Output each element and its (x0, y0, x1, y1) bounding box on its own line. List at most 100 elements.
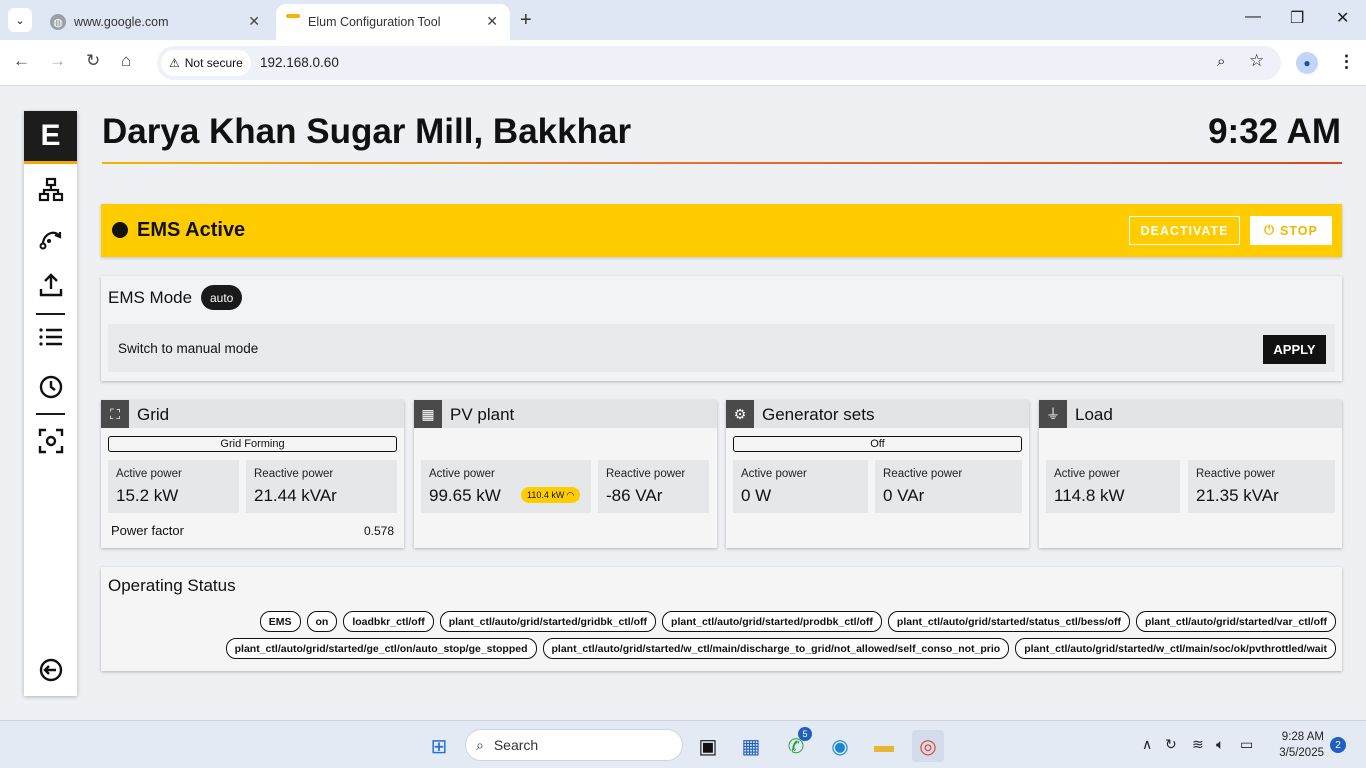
logout-icon[interactable] (24, 657, 77, 690)
limit-value: 110.4 kW (527, 490, 565, 500)
close-tab-icon[interactable]: ✕ (486, 13, 498, 30)
grid-active-power: Active power 15.2 kW (108, 460, 239, 513)
taskbar-date: 3/5/2025 (1279, 747, 1324, 759)
generator-status-box: Off (733, 436, 1022, 452)
solar-panel-icon: ▦ (414, 400, 442, 428)
load-active-power: Active power 114.8 kW (1046, 460, 1180, 513)
site-info-button[interactable]: ⚠ Not secure (161, 50, 251, 76)
status-tag: EMS (259, 611, 301, 632)
browser-menu-icon[interactable]: ⋮ (1338, 52, 1355, 72)
card-header: ⏚ Load (1039, 400, 1342, 428)
topology-icon[interactable] (24, 177, 77, 210)
close-window-icon[interactable]: ✕ (1336, 8, 1349, 28)
pv-plant-card: ▦ PV plant Active power 99.65 kW 110.4 k… (414, 400, 717, 548)
close-tab-icon[interactable]: ✕ (248, 13, 260, 30)
status-tag: plant_ctl/auto/grid/started/w_ctl/main/s… (1015, 638, 1336, 659)
taskbar-time: 9:28 AM (1281, 731, 1324, 743)
globe-icon: ◍ (50, 14, 66, 30)
new-tab-button[interactable]: + (520, 9, 532, 32)
status-tag: plant_ctl/auto/grid/started/var_ctl/off (1135, 611, 1336, 632)
pv-active-power: Active power 99.65 kW 110.4 kW ◠ (421, 460, 591, 513)
sync-icon[interactable]: ↻ (1165, 736, 1177, 753)
browser-tabstrip: ⌄ ◍ www.google.com ✕ Elum Configuration … (0, 0, 1366, 40)
status-dot-icon (112, 222, 128, 238)
notification-badge[interactable]: 2 (1330, 737, 1346, 753)
restore-icon[interactable]: ❐ (1290, 8, 1304, 28)
search-icon: ⌕ (476, 736, 484, 753)
metric-value: 21.44 kVAr (254, 486, 337, 505)
task-view-icon[interactable]: ▣ (692, 730, 724, 762)
card-title: Load (1075, 405, 1113, 424)
elum-logo[interactable]: E (24, 111, 77, 164)
deactivate-button[interactable]: DEACTIVATE (1129, 216, 1240, 245)
pv-reactive-power: Reactive power -86 VAr (598, 460, 709, 513)
url-text[interactable]: 192.168.0.60 (260, 55, 339, 70)
upload-icon[interactable] (24, 272, 77, 305)
windows-taskbar: ⊞ ⌕ Search ▣ ▦ ✆ ◉ ▬ ◎ ∧ ↻ ≋ 🔈︎ ▭ 9:28 A… (0, 720, 1366, 768)
status-tag: plant_ctl/auto/grid/started/status_ctl/b… (887, 611, 1130, 632)
header-clock: 9:32 AM (1208, 112, 1341, 151)
windows-start-icon[interactable]: ⊞ (423, 730, 455, 762)
edge-icon[interactable]: ◉ (824, 730, 856, 762)
grid-icon: ⛶ (101, 400, 129, 428)
card-title: Generator sets (762, 405, 875, 424)
tab-elum[interactable]: Elum Configuration Tool ✕ (276, 4, 510, 40)
metric-label: Reactive power (883, 468, 963, 480)
gauge-icon: ◠ (566, 489, 575, 500)
store-icon[interactable]: ▦ (735, 730, 767, 762)
battery-icon[interactable]: ▭ (1240, 736, 1253, 753)
gen-active-power: Active power 0 W (733, 460, 868, 513)
home-icon[interactable]: ⌂ (121, 51, 131, 71)
metric-label: Reactive power (254, 468, 334, 480)
warning-icon: ⚠ (169, 56, 180, 70)
card-header: ▦ PV plant (414, 400, 717, 428)
route-icon[interactable] (24, 225, 77, 258)
card-header: ⛶ Grid (101, 400, 404, 428)
generator-sets-card: ⚙ Generator sets Off Active power 0 W Re… (726, 400, 1029, 548)
volume-icon[interactable]: 🔈︎ (1216, 736, 1224, 753)
back-icon[interactable]: ← (13, 51, 30, 71)
tab-search-dropdown[interactable]: ⌄ (8, 8, 32, 32)
network-settings-icon[interactable] (24, 428, 77, 461)
metric-label: Active power (1054, 468, 1120, 480)
list-icon[interactable] (24, 324, 77, 357)
card-title: Grid (137, 405, 170, 424)
bookmark-star-icon[interactable]: ☆ (1249, 51, 1264, 71)
minimize-icon[interactable]: — (1245, 8, 1261, 26)
apply-button[interactable]: APPLY (1263, 335, 1326, 364)
card-header: ⚙ Generator sets (726, 400, 1029, 428)
ems-mode-title: EMS Mode (108, 288, 193, 307)
power-icon: ⏻ (1264, 223, 1276, 237)
app-sidebar: E (24, 111, 77, 696)
card-title: PV plant (450, 405, 515, 424)
status-tag: plant_ctl/auto/grid/started/w_ctl/main/d… (542, 638, 1010, 659)
forward-icon[interactable]: → (49, 51, 66, 71)
file-explorer-icon[interactable]: ▬ (868, 730, 900, 762)
stop-button[interactable]: ⏻ STOP (1250, 216, 1332, 245)
power-factor-value: 0.578 (363, 524, 394, 538)
tray-chevron-icon[interactable]: ∧ (1142, 736, 1152, 753)
status-tag: on (306, 611, 338, 632)
status-tag: plant_ctl/auto/grid/started/prodbk_ctl/o… (662, 611, 882, 632)
reload-icon[interactable]: ↻ (86, 51, 100, 71)
taskbar-clock[interactable]: 9:28 AM 3/5/2025 (1268, 729, 1324, 761)
status-tag: plant_ctl/auto/grid/started/ge_ctl/on/au… (225, 638, 537, 659)
switch-mode-label: Switch to manual mode (118, 341, 259, 356)
chrome-icon[interactable]: ◎ (912, 730, 944, 762)
history-icon[interactable] (24, 373, 77, 406)
whatsapp-unread-badge: 5 (798, 727, 812, 741)
metric-value: 21.35 kVAr (1196, 486, 1279, 505)
profile-avatar[interactable]: ● (1296, 52, 1318, 74)
ems-status-banner: EMS Active DEACTIVATE ⏻ STOP (101, 204, 1342, 257)
address-bar[interactable]: ⚠ Not secure 192.168.0.60 ⌕ ☆ (157, 46, 1281, 80)
browser-toolbar: ← → ↻ ⌂ ⚠ Not secure 192.168.0.60 ⌕ ☆ ● … (0, 40, 1366, 86)
zoom-icon[interactable]: ⌕ (1217, 53, 1225, 70)
wifi-icon[interactable]: ≋ (1192, 736, 1204, 753)
status-tag: loadbkr_ctl/off (343, 611, 434, 632)
tab-google[interactable]: ◍ www.google.com ✕ (40, 4, 272, 40)
search-label: Search (493, 737, 539, 753)
metric-value: -86 VAr (606, 486, 663, 505)
metric-value: 15.2 kW (116, 486, 179, 505)
generator-icon: ⚙ (726, 400, 754, 428)
taskbar-search[interactable]: ⌕ Search (465, 729, 683, 761)
